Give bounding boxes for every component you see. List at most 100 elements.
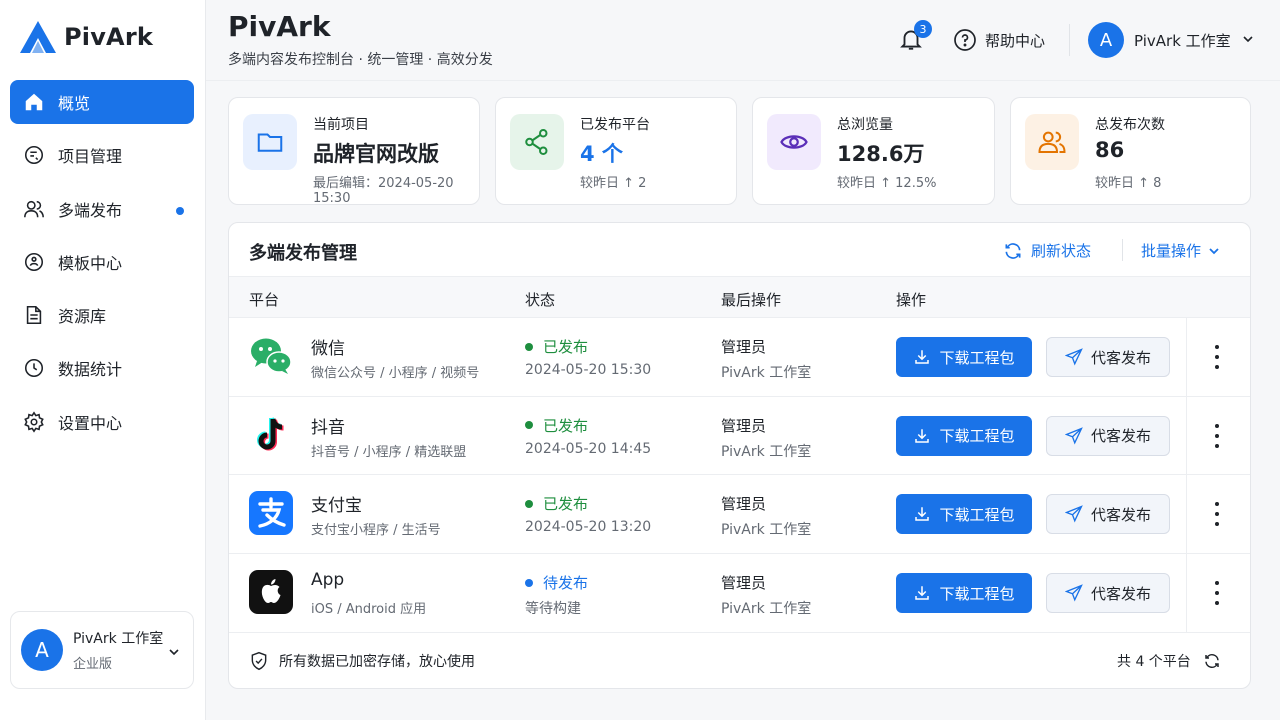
status-time: 2024-05-20 15:30 (525, 362, 652, 378)
platform-name: App (311, 570, 345, 591)
logo[interactable]: PivArk (18, 18, 153, 56)
more-options-icon[interactable] (1207, 423, 1227, 448)
proxy-publish-button[interactable]: 代客发布 (1046, 573, 1170, 614)
send-icon (1064, 426, 1083, 445)
download-package-button[interactable]: 下载工程包 (896, 337, 1032, 377)
help-icon (954, 29, 976, 51)
refresh-icon (1005, 242, 1021, 259)
status-badge: 已发布 (525, 336, 588, 357)
sidebar-user-card[interactable]: A PivArk 工作室 企业版 (10, 611, 194, 689)
download-package-button[interactable]: 下载工程包 (896, 573, 1032, 614)
stat-value: 86 (1095, 138, 1125, 162)
status-badge: 已发布 (525, 493, 588, 514)
platform-desc: 抖音号 / 小程序 / 精选联盟 (311, 444, 467, 460)
operator-org: PivArk 工作室 (721, 522, 812, 539)
stat-card-published-platforms[interactable]: 已发布平台 4 个 较昨日 ↑ 2 (495, 97, 737, 205)
status-time: 2024-05-20 13:20 (525, 519, 652, 536)
stat-card-total-views[interactable]: 总浏览量 128.6万 较昨日 ↑ 12.5% (752, 97, 995, 205)
table-row[interactable]: 抖音 抖音号 / 小程序 / 精选联盟 已发布 2024-05-20 14:45… (229, 396, 1250, 476)
logo-text: PivArk (64, 23, 154, 51)
more-options-icon[interactable] (1207, 581, 1227, 606)
gear-icon (22, 410, 46, 434)
status-dot (525, 578, 533, 587)
stat-label: 当前项目 (313, 117, 369, 133)
chevron-down-icon (1241, 31, 1255, 50)
sidebar-item-multi-publish[interactable]: 多端发布 (10, 187, 194, 231)
avatar: A (1088, 22, 1124, 58)
tiktok-icon (257, 417, 284, 451)
publish-label: 代客发布 (1090, 505, 1151, 524)
publish-label: 代客发布 (1090, 427, 1151, 446)
table-header: 平台 状态 最后操作 操作 (229, 276, 1250, 318)
stat-meta: 较昨日 ↑ 2 (580, 176, 647, 191)
status-time: 2024-05-20 14:45 (525, 440, 652, 457)
clock-icon (22, 356, 46, 380)
publish-management-panel: 多端发布管理 刷新状态 批量操作 平台 状态 最后操作 操作 微信 微信公众号 … (228, 222, 1251, 689)
alipay-icon (249, 491, 293, 536)
help-center-button[interactable]: 帮助中心 (953, 28, 1045, 52)
column-divider (1186, 396, 1187, 475)
sidebar-item-statistics[interactable]: 数据统计 (10, 346, 194, 390)
refresh-label: 刷新状态 (1031, 242, 1092, 260)
refresh-icon[interactable] (1203, 652, 1221, 670)
stat-label: 已发布平台 (580, 117, 650, 133)
status-time: 等待构建 (525, 601, 581, 618)
share-icon (510, 114, 564, 170)
column-divider (1186, 554, 1187, 633)
sidebar-item-label: 项目管理 (58, 147, 123, 167)
column-header-platform: 平台 (249, 291, 280, 309)
more-options-icon[interactable] (1207, 502, 1227, 527)
stat-meta: 最后编辑：2024-05-20 15:30 (313, 176, 454, 206)
operator-org: PivArk 工作室 (721, 601, 812, 618)
status-text: 待发布 (543, 574, 589, 593)
send-icon (1064, 505, 1083, 523)
stat-meta: 较昨日 ↑ 8 (1095, 176, 1162, 191)
status-text: 已发布 (543, 495, 589, 514)
status-dot (525, 421, 533, 430)
sidebar-nav: 概览 项目管理 多端发布 模板中心 资源库 数据统计 设置中心 (10, 80, 194, 453)
stat-card-total-publishes[interactable]: 总发布次数 86 较昨日 ↑ 8 (1010, 97, 1251, 205)
folder-icon (243, 114, 297, 170)
sidebar-item-label: 多端发布 (58, 200, 123, 220)
sidebar-item-overview[interactable]: 概览 (10, 80, 194, 124)
sidebar-item-resources[interactable]: 资源库 (10, 293, 194, 337)
status-text: 已发布 (543, 338, 589, 356)
notification-dot (176, 206, 184, 215)
proxy-publish-button[interactable]: 代客发布 (1046, 337, 1170, 377)
publish-label: 代客发布 (1090, 348, 1151, 367)
sidebar-item-projects[interactable]: 项目管理 (10, 133, 194, 177)
sidebar-item-settings[interactable]: 设置中心 (10, 400, 194, 444)
more-options-icon[interactable] (1207, 345, 1227, 369)
status-dot (525, 342, 533, 351)
sidebar-item-templates[interactable]: 模板中心 (10, 240, 194, 284)
download-label: 下载工程包 (939, 584, 1015, 603)
stat-value: 4 个 (580, 142, 623, 166)
status-badge: 待发布 (525, 572, 588, 593)
users-icon (1025, 114, 1079, 170)
header-user-menu[interactable]: A PivArk 工作室 (1088, 22, 1255, 58)
table-row[interactable]: 支付宝 支付宝小程序 / 生活号 已发布 2024-05-20 13:20 管理… (229, 475, 1250, 555)
download-package-button[interactable]: 下载工程包 (896, 415, 1032, 456)
refresh-status-button[interactable]: 刷新状态 (1003, 240, 1091, 261)
download-package-button[interactable]: 下载工程包 (896, 494, 1032, 535)
sidebar-item-label: 概览 (58, 94, 91, 113)
table-row[interactable]: App iOS / Android 应用 待发布 等待构建 管理员 PivArk… (229, 554, 1250, 633)
wechat-icon (251, 338, 292, 374)
stat-card-current-project[interactable]: 当前项目 品牌官网改版 最后编辑：2024-05-20 15:30 (228, 97, 480, 206)
table-row[interactable]: 微信 微信公众号 / 小程序 / 视频号 已发布 2024-05-20 15:3… (229, 318, 1250, 397)
sidebar-item-label: 设置中心 (58, 413, 123, 433)
page-title: PivArk (228, 10, 331, 43)
logo-icon (20, 21, 56, 53)
notification-badge: 3 (914, 20, 932, 38)
apple-icon (249, 570, 293, 615)
batch-actions-dropdown[interactable]: 批量操作 (1141, 240, 1221, 261)
proxy-publish-button[interactable]: 代客发布 (1046, 494, 1170, 535)
shield-check-icon (251, 651, 267, 671)
stat-meta: 较昨日 ↑ 12.5% (837, 176, 937, 191)
send-icon (1064, 584, 1083, 602)
header-user-name: PivArk 工作室 (1134, 31, 1231, 50)
proxy-publish-button[interactable]: 代客发布 (1046, 415, 1170, 456)
home-icon (22, 90, 46, 114)
users-icon (22, 197, 46, 221)
platform-count-text: 共 4 个平台 (1117, 654, 1191, 670)
